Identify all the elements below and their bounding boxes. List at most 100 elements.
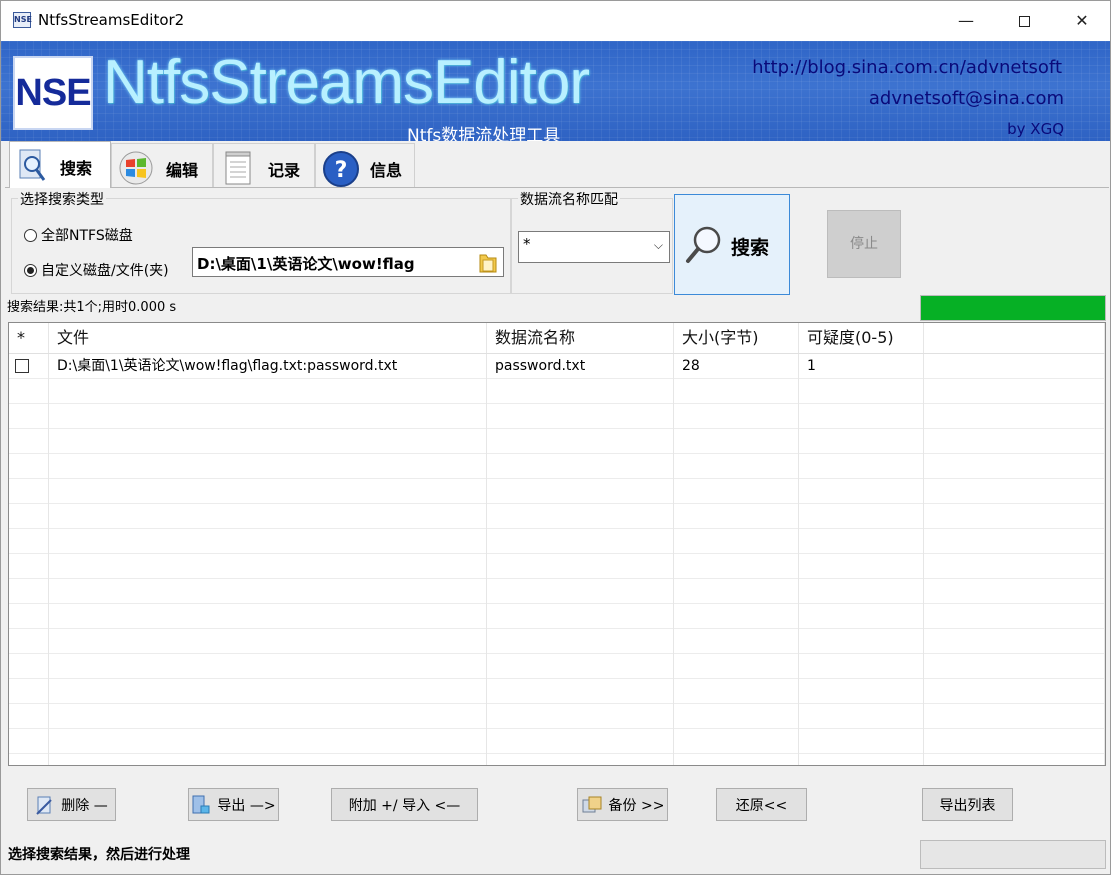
backup-button[interactable]: 备份 >> xyxy=(577,788,668,821)
empty-cell xyxy=(924,554,1105,579)
empty-cell xyxy=(799,379,924,404)
export-list-button[interactable]: 导出列表 xyxy=(922,788,1013,821)
col-header-file[interactable]: 文件 xyxy=(49,323,487,353)
empty-cell xyxy=(674,429,799,454)
empty-table-row xyxy=(9,704,1105,729)
empty-cell xyxy=(49,429,487,454)
radio-all-ntfs[interactable]: 全部NTFS磁盘 xyxy=(24,225,133,245)
empty-table-row xyxy=(9,379,1105,404)
empty-cell xyxy=(674,404,799,429)
stream-match-select[interactable]: * ⌵ xyxy=(518,231,670,263)
empty-cell xyxy=(799,729,924,754)
path-field[interactable]: D:\桌面\1\英语论文\wow!flag xyxy=(192,247,504,277)
close-icon: ✕ xyxy=(1075,11,1089,30)
notepad-icon xyxy=(225,151,251,185)
empty-cell xyxy=(799,679,924,704)
radio-custom-path[interactable]: 自定义磁盘/文件(夹) xyxy=(24,260,169,280)
empty-cell xyxy=(799,529,924,554)
app-window: NSE NtfsStreamsEditor2 — ✕ NSE NtfsStrea… xyxy=(0,0,1111,875)
author-link[interactable]: by XGQ xyxy=(1007,120,1064,138)
radio-all-ntfs-circle[interactable] xyxy=(24,228,37,242)
tab-log[interactable]: 记录 xyxy=(213,143,315,187)
delete-button[interactable]: 删除 — xyxy=(27,788,116,821)
empty-cell xyxy=(924,654,1105,679)
table-row[interactable]: D:\桌面\1\英语论文\wow!flag\flag.txt:password.… xyxy=(9,354,1105,379)
attach-import-button[interactable]: 附加 +/ 导入 <— xyxy=(331,788,478,821)
empty-cell xyxy=(799,479,924,504)
empty-cell xyxy=(924,579,1105,604)
col-header-size[interactable]: 大小(字节) xyxy=(674,323,799,353)
empty-cell xyxy=(9,404,49,429)
empty-cell xyxy=(9,479,49,504)
empty-table-row xyxy=(9,479,1105,504)
empty-cell xyxy=(799,579,924,604)
empty-cell xyxy=(49,679,487,704)
empty-cell xyxy=(924,479,1105,504)
tab-search[interactable]: 搜索 xyxy=(9,141,111,188)
col-header-select[interactable]: * xyxy=(9,323,49,353)
empty-cell xyxy=(9,429,49,454)
app-name: NtfsStreamsEditor xyxy=(103,48,590,117)
empty-cell xyxy=(674,754,799,765)
stream-match-value: * xyxy=(523,235,531,253)
empty-cell xyxy=(487,604,674,629)
empty-cell xyxy=(49,404,487,429)
empty-cell xyxy=(924,754,1105,765)
empty-cell xyxy=(487,754,674,765)
delete-label: 删除 — xyxy=(61,797,108,814)
empty-cell xyxy=(487,579,674,604)
empty-cell xyxy=(49,504,487,529)
empty-cell xyxy=(9,629,49,654)
empty-table-row xyxy=(9,579,1105,604)
stop-button[interactable]: 停止 xyxy=(827,210,901,278)
empty-table-row xyxy=(9,629,1105,654)
empty-cell xyxy=(674,729,799,754)
empty-table-row xyxy=(9,529,1105,554)
col-header-filler xyxy=(924,323,1105,353)
search-type-title: 选择搜索类型 xyxy=(18,189,106,209)
empty-table-row xyxy=(9,454,1105,479)
col-header-suspicion[interactable]: 可疑度(0-5) xyxy=(799,323,924,353)
app-icon: NSE xyxy=(13,12,32,28)
attach-import-label: 附加 +/ 导入 <— xyxy=(348,797,461,814)
tab-edit[interactable]: 编辑 xyxy=(111,143,213,187)
backup-label: 备份 >> xyxy=(608,797,665,814)
empty-cell xyxy=(799,604,924,629)
export-list-label: 导出列表 xyxy=(939,797,996,814)
radio-custom-path-circle[interactable] xyxy=(24,263,37,277)
row-select-cell[interactable] xyxy=(9,354,49,379)
empty-cell xyxy=(799,454,924,479)
empty-table-row xyxy=(9,679,1105,704)
results-table[interactable]: * 文件 数据流名称 大小(字节) 可疑度(0-5) D:\桌面\1\英语论文\… xyxy=(8,322,1106,766)
email-link[interactable]: advnetsoft@sina.com xyxy=(869,88,1064,109)
restore-button[interactable]: 还原<< xyxy=(716,788,807,821)
minimize-icon: — xyxy=(958,11,974,30)
export-button[interactable]: 导出 —> xyxy=(188,788,279,821)
empty-cell xyxy=(487,479,674,504)
close-button[interactable]: ✕ xyxy=(1053,1,1110,41)
empty-cell xyxy=(799,704,924,729)
row-checkbox[interactable] xyxy=(15,359,29,373)
stream-match-group: 数据流名称匹配 * ⌵ xyxy=(511,189,673,294)
empty-cell xyxy=(9,454,49,479)
blog-link[interactable]: http://blog.sina.com.cn/advnetsoft xyxy=(752,57,1062,78)
empty-cell xyxy=(924,679,1105,704)
empty-cell xyxy=(9,729,49,754)
col-header-stream[interactable]: 数据流名称 xyxy=(487,323,674,353)
empty-cell xyxy=(9,754,49,765)
search-button[interactable]: 搜索 xyxy=(674,194,790,295)
minimize-button[interactable]: — xyxy=(937,1,995,41)
empty-cell xyxy=(49,454,487,479)
cell-suspicion: 1 xyxy=(799,354,924,379)
table-header: * 文件 数据流名称 大小(字节) 可疑度(0-5) xyxy=(9,323,1105,354)
folder-browse-icon[interactable] xyxy=(477,251,499,275)
empty-cell xyxy=(799,504,924,529)
stream-match-title: 数据流名称匹配 xyxy=(518,189,620,209)
empty-table-row xyxy=(9,604,1105,629)
window-title: NtfsStreamsEditor2 xyxy=(38,11,185,29)
tab-bar: 搜索 编辑 记录 ? 信息 xyxy=(5,141,1109,188)
tab-info[interactable]: ? 信息 xyxy=(315,143,415,187)
cell-size: 28 xyxy=(674,354,799,379)
maximize-button[interactable] xyxy=(995,1,1053,41)
empty-cell xyxy=(487,504,674,529)
